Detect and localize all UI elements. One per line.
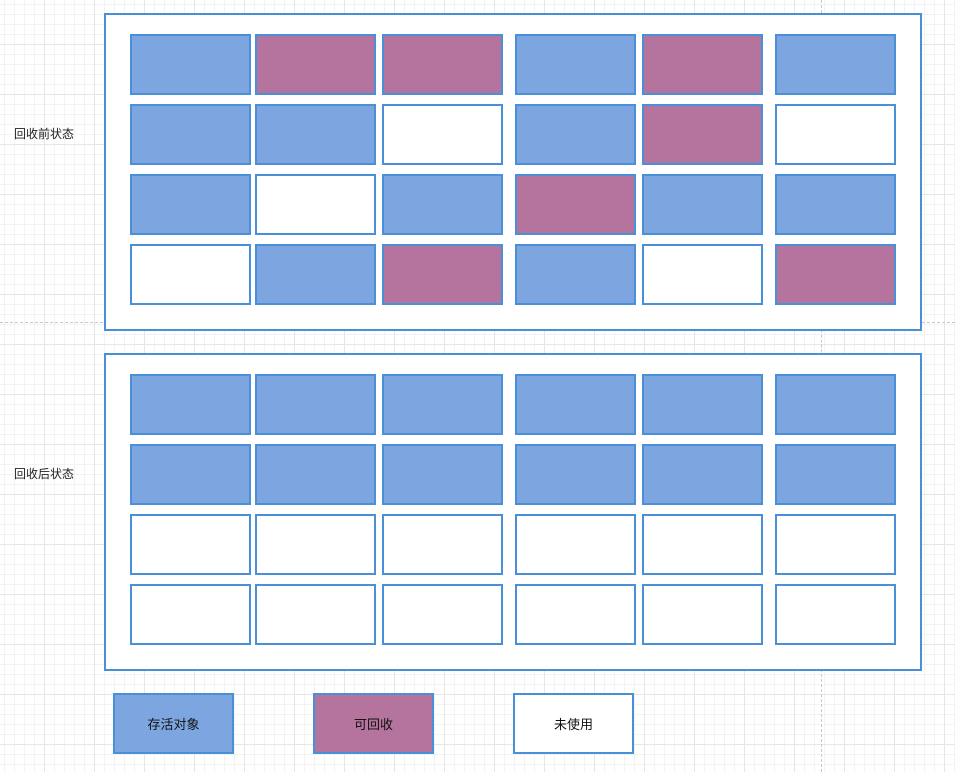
before-state-panel (104, 13, 922, 331)
after-memory-block-unused (775, 514, 896, 575)
after-memory-block-alive (642, 444, 763, 505)
before-state-label: 回收前状态 (14, 127, 75, 141)
before-memory-block-alive (255, 244, 376, 305)
before-memory-block-reclaimable (642, 34, 763, 95)
after-memory-block-alive (255, 374, 376, 435)
after-state-label: 回收后状态 (14, 467, 75, 481)
before-memory-block-alive (130, 174, 251, 235)
before-memory-block-unused (642, 244, 763, 305)
after-state-panel (104, 353, 922, 671)
before-memory-block-alive (255, 104, 376, 165)
legend-reclaimable: 可回收 (313, 693, 434, 754)
before-memory-block-alive (775, 174, 896, 235)
after-memory-block-unused (642, 584, 763, 645)
after-memory-block-unused (130, 514, 251, 575)
after-memory-block-alive (130, 374, 251, 435)
after-memory-block-unused (255, 514, 376, 575)
legend-alive: 存活对象 (113, 693, 234, 754)
before-memory-block-unused (130, 244, 251, 305)
after-memory-block-unused (130, 584, 251, 645)
before-memory-block-alive (515, 244, 636, 305)
after-memory-block-unused (255, 584, 376, 645)
after-memory-block-alive (255, 444, 376, 505)
after-memory-block-unused (382, 514, 503, 575)
before-memory-block-reclaimable (382, 244, 503, 305)
after-memory-block-alive (382, 444, 503, 505)
after-memory-block-alive (130, 444, 251, 505)
after-memory-block-unused (775, 584, 896, 645)
before-memory-block-alive (130, 104, 251, 165)
before-memory-block-unused (775, 104, 896, 165)
before-memory-block-alive (642, 174, 763, 235)
after-memory-block-alive (775, 444, 896, 505)
before-memory-block-reclaimable (775, 244, 896, 305)
before-memory-block-reclaimable (642, 104, 763, 165)
before-memory-block-unused (255, 174, 376, 235)
after-memory-block-unused (642, 514, 763, 575)
before-memory-block-alive (515, 34, 636, 95)
before-memory-block-reclaimable (382, 34, 503, 95)
after-memory-block-alive (382, 374, 503, 435)
before-memory-block-alive (515, 104, 636, 165)
after-memory-block-unused (382, 584, 503, 645)
before-memory-block-alive (382, 174, 503, 235)
legend-unused: 未使用 (513, 693, 634, 754)
before-memory-block-reclaimable (515, 174, 636, 235)
after-memory-block-alive (775, 374, 896, 435)
before-memory-block-alive (130, 34, 251, 95)
after-memory-block-unused (515, 584, 636, 645)
before-memory-block-unused (382, 104, 503, 165)
after-memory-block-unused (515, 514, 636, 575)
after-memory-block-alive (515, 374, 636, 435)
before-memory-block-reclaimable (255, 34, 376, 95)
after-memory-block-alive (642, 374, 763, 435)
before-memory-block-alive (775, 34, 896, 95)
after-memory-block-alive (515, 444, 636, 505)
